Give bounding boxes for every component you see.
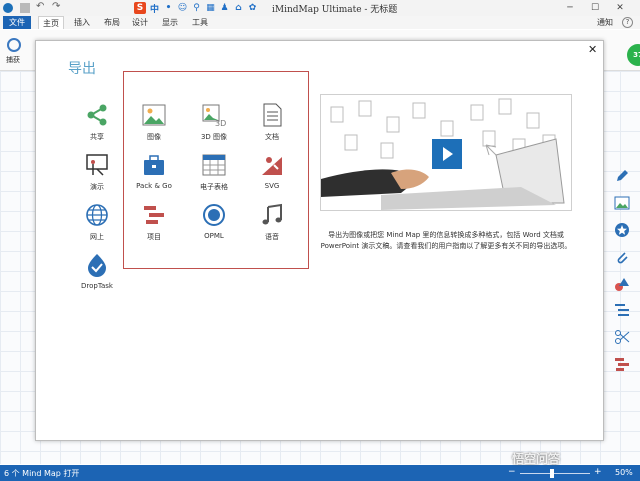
scissors-icon[interactable] [614, 329, 630, 345]
document-icon [263, 103, 282, 127]
paperclip-icon[interactable] [614, 249, 630, 265]
menu-tools[interactable]: 工具 [188, 16, 212, 29]
ime-tools-icon[interactable]: ✿ [247, 3, 258, 13]
outline-icon[interactable] [614, 302, 630, 318]
opml-label: OPML [204, 232, 224, 240]
gantt-icon[interactable] [614, 356, 630, 372]
spreadsheet-label: 电子表格 [200, 183, 228, 191]
export-description: 导出为图像或把您 Mind Map 里的信息转换成多种格式，包括 Word 文档… [320, 231, 572, 250]
format-document[interactable]: 文档 [246, 103, 298, 142]
zoom-out-icon[interactable]: − [508, 467, 516, 477]
ime-mode-button[interactable]: 中 [149, 2, 160, 15]
image3d-label: 3D 图像 [200, 133, 228, 141]
pencil-icon[interactable] [614, 168, 630, 184]
watermark-text: 悟空问答 [512, 452, 561, 466]
menu-view[interactable]: 显示 [158, 16, 182, 29]
format-packgo[interactable]: Pack & Go [128, 153, 180, 190]
share-option[interactable]: 共享 [77, 103, 117, 142]
save-icon[interactable] [20, 3, 30, 13]
ime-voice-icon[interactable]: ⚲ [191, 3, 202, 13]
share-label: 共享 [90, 133, 104, 141]
zoom-slider-track[interactable] [520, 473, 590, 474]
droptask-option[interactable]: DropTask [77, 253, 117, 290]
spreadsheet-icon [202, 154, 226, 176]
format-opml[interactable]: OPML [188, 203, 240, 240]
globe-icon [86, 204, 108, 226]
shapes-icon[interactable] [614, 276, 630, 292]
star-icon[interactable] [614, 222, 630, 238]
audio-label: 语音 [265, 233, 279, 241]
svg-icon [262, 157, 282, 175]
zoom-slider-thumb[interactable] [550, 469, 554, 478]
menu-layout[interactable]: 布局 [100, 16, 124, 29]
capture-label[interactable]: 捕获 [6, 55, 20, 65]
packgo-label: Pack & Go [136, 182, 172, 190]
format-project[interactable]: 项目 [128, 203, 180, 242]
dialog-title: 导出 [68, 61, 96, 77]
format-grid: 图像 3D 3D 图像 文档 Pack & Go 电子表格 SVG 项目 OPM… [123, 71, 309, 269]
share-icon [87, 104, 107, 126]
redo-icon[interactable]: ↷ [52, 1, 62, 12]
notification-label[interactable]: 通知 [597, 16, 613, 29]
window-close-icon[interactable]: ✕ [612, 1, 628, 15]
droptask-icon [88, 254, 106, 277]
presentation-icon [86, 154, 108, 176]
format-image3d[interactable]: 3D 3D 图像 [188, 103, 240, 142]
online-label: 网上 [90, 233, 104, 241]
app-logo-icon[interactable] [3, 3, 13, 13]
window-title: iMindMap Ultimate - 无标题 [272, 5, 398, 15]
image-tool-icon[interactable] [614, 195, 630, 211]
help-icon[interactable]: ? [622, 17, 633, 28]
ime-emoji-icon[interactable]: ☺ [177, 3, 188, 13]
music-note-icon [262, 203, 282, 225]
ime-punct-icon[interactable]: • [163, 3, 174, 13]
format-svg[interactable]: SVG [246, 153, 298, 190]
image-icon [142, 104, 166, 126]
menu-file[interactable]: 文件 [3, 16, 31, 29]
ime-keyboard-icon[interactable]: ▦ [205, 3, 216, 13]
undo-icon[interactable]: ↶ [36, 1, 46, 12]
svg-label: SVG [264, 182, 280, 190]
svg-text:3D: 3D [215, 119, 226, 127]
open-maps-status: 6 个 Mind Map 打开 [4, 469, 80, 478]
opml-icon [203, 204, 225, 226]
status-bar: 6 个 Mind Map 打开 − + 50% [0, 465, 640, 481]
tutorial-video-preview[interactable] [320, 94, 572, 211]
maximize-icon[interactable]: ☐ [587, 1, 603, 15]
capture-icon[interactable] [7, 38, 21, 52]
zoom-in-icon[interactable]: + [594, 467, 602, 477]
briefcase-icon [144, 155, 164, 175]
image-label: 图像 [147, 133, 161, 141]
menu-insert[interactable]: 插入 [70, 16, 94, 29]
menu-home[interactable]: 主页 [38, 16, 64, 29]
menu-bar: 文件 主页 插入 布局 设计 显示 工具 [0, 16, 640, 29]
project-label: 项目 [147, 233, 161, 241]
ime-skin-icon[interactable]: ⌂ [233, 3, 244, 13]
image-3d-icon: 3D [202, 104, 226, 128]
format-spreadsheet[interactable]: 电子表格 [188, 153, 240, 192]
menu-design[interactable]: 设计 [128, 16, 152, 29]
ime-toolbar: S 中 • ☺ ⚲ ▦ ♟ ⌂ ✿ [134, 1, 258, 15]
zoom-level: 50% [615, 468, 633, 477]
ime-user-icon[interactable]: ♟ [219, 3, 230, 13]
document-label: 文档 [265, 133, 279, 141]
present-label: 演示 [90, 183, 104, 191]
dialog-close-icon[interactable]: ✕ [588, 43, 597, 56]
export-dialog: ✕ 导出 共享 演示 网上 DropTask 图像 3D 3D 图像 文档 Pa [35, 40, 604, 441]
project-icon [144, 206, 164, 224]
play-button[interactable] [432, 139, 462, 169]
online-option[interactable]: 网上 [77, 203, 117, 242]
format-audio[interactable]: 语音 [246, 203, 298, 242]
present-option[interactable]: 演示 [77, 153, 117, 192]
title-bar: ↶ ↷ S 中 • ☺ ⚲ ▦ ♟ ⌂ ✿ iMindMap Ultimate … [0, 0, 640, 17]
format-image[interactable]: 图像 [128, 103, 180, 142]
minimize-icon[interactable]: ─ [562, 1, 578, 15]
ime-logo-icon[interactable]: S [134, 2, 146, 14]
droptask-label: DropTask [81, 282, 113, 290]
